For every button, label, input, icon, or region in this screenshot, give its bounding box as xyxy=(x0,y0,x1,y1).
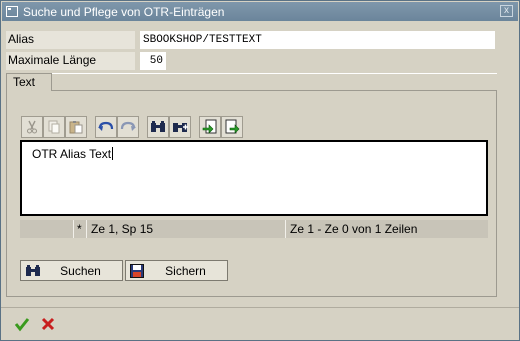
text-caret xyxy=(112,147,114,160)
alias-label: Alias xyxy=(8,32,35,46)
copy-icon xyxy=(47,120,61,134)
dialog-window: Suche und Pflege von OTR-Einträgen x Ali… xyxy=(0,0,520,341)
editor-status-bar: * Ze 1, Sp 15 Ze 1 - Ze 0 von 1 Zeilen xyxy=(20,220,488,238)
search-button[interactable]: Suchen xyxy=(20,260,123,281)
save-button[interactable]: Sichern xyxy=(125,260,228,281)
dialog-footer xyxy=(1,307,519,340)
check-icon xyxy=(14,316,30,335)
import-button[interactable] xyxy=(199,116,221,138)
toolbar-gap xyxy=(87,116,95,138)
export-icon xyxy=(224,119,240,135)
import-icon xyxy=(202,119,218,135)
find-next-button[interactable] xyxy=(169,116,191,138)
text-tab[interactable]: Text xyxy=(6,73,52,91)
toolbar-gap xyxy=(191,116,199,138)
close-button[interactable]: x xyxy=(500,5,513,17)
editor-text: OTR Alias Text xyxy=(32,147,112,161)
find-next-icon xyxy=(172,120,188,134)
title-bar: Suche und Pflege von OTR-Einträgen x xyxy=(2,2,518,21)
max-length-label: Maximale Länge xyxy=(8,53,97,67)
alias-input[interactable]: SBOOKSHOP/TESTTEXT xyxy=(140,31,495,49)
toolbar-gap xyxy=(139,116,147,138)
redo-icon xyxy=(120,120,136,134)
status-mode xyxy=(20,220,74,238)
confirm-button[interactable] xyxy=(13,316,31,334)
cut-icon xyxy=(25,120,39,134)
status-cursor-position: Ze 1, Sp 15 xyxy=(87,220,286,238)
window-title: Suche und Pflege von OTR-Einträgen xyxy=(23,4,225,19)
cut-button[interactable] xyxy=(21,116,43,138)
find-button[interactable] xyxy=(147,116,169,138)
editor-toolbar xyxy=(21,116,243,138)
status-line-count: Ze 1 - Ze 0 von 1 Zeilen xyxy=(286,220,488,238)
undo-button[interactable] xyxy=(95,116,117,138)
find-icon xyxy=(150,120,166,134)
undo-icon xyxy=(98,120,114,134)
redo-button[interactable] xyxy=(117,116,139,138)
copy-button[interactable] xyxy=(43,116,65,138)
status-modified-flag: * xyxy=(74,220,87,238)
search-button-label: Suchen xyxy=(60,263,101,278)
save-button-label: Sichern xyxy=(165,263,206,278)
paste-icon xyxy=(69,120,83,134)
window-menu-icon[interactable] xyxy=(6,6,18,17)
text-editor[interactable]: OTR Alias Text xyxy=(20,140,488,216)
cancel-button[interactable] xyxy=(39,316,57,334)
text-tab-label: Text xyxy=(13,75,36,89)
group-top-line xyxy=(6,73,497,74)
paste-button[interactable] xyxy=(65,116,87,138)
max-length-input[interactable]: 50 xyxy=(140,52,166,70)
editor-text-line: OTR Alias Text xyxy=(32,147,114,161)
export-button[interactable] xyxy=(221,116,243,138)
cancel-icon xyxy=(40,316,56,335)
